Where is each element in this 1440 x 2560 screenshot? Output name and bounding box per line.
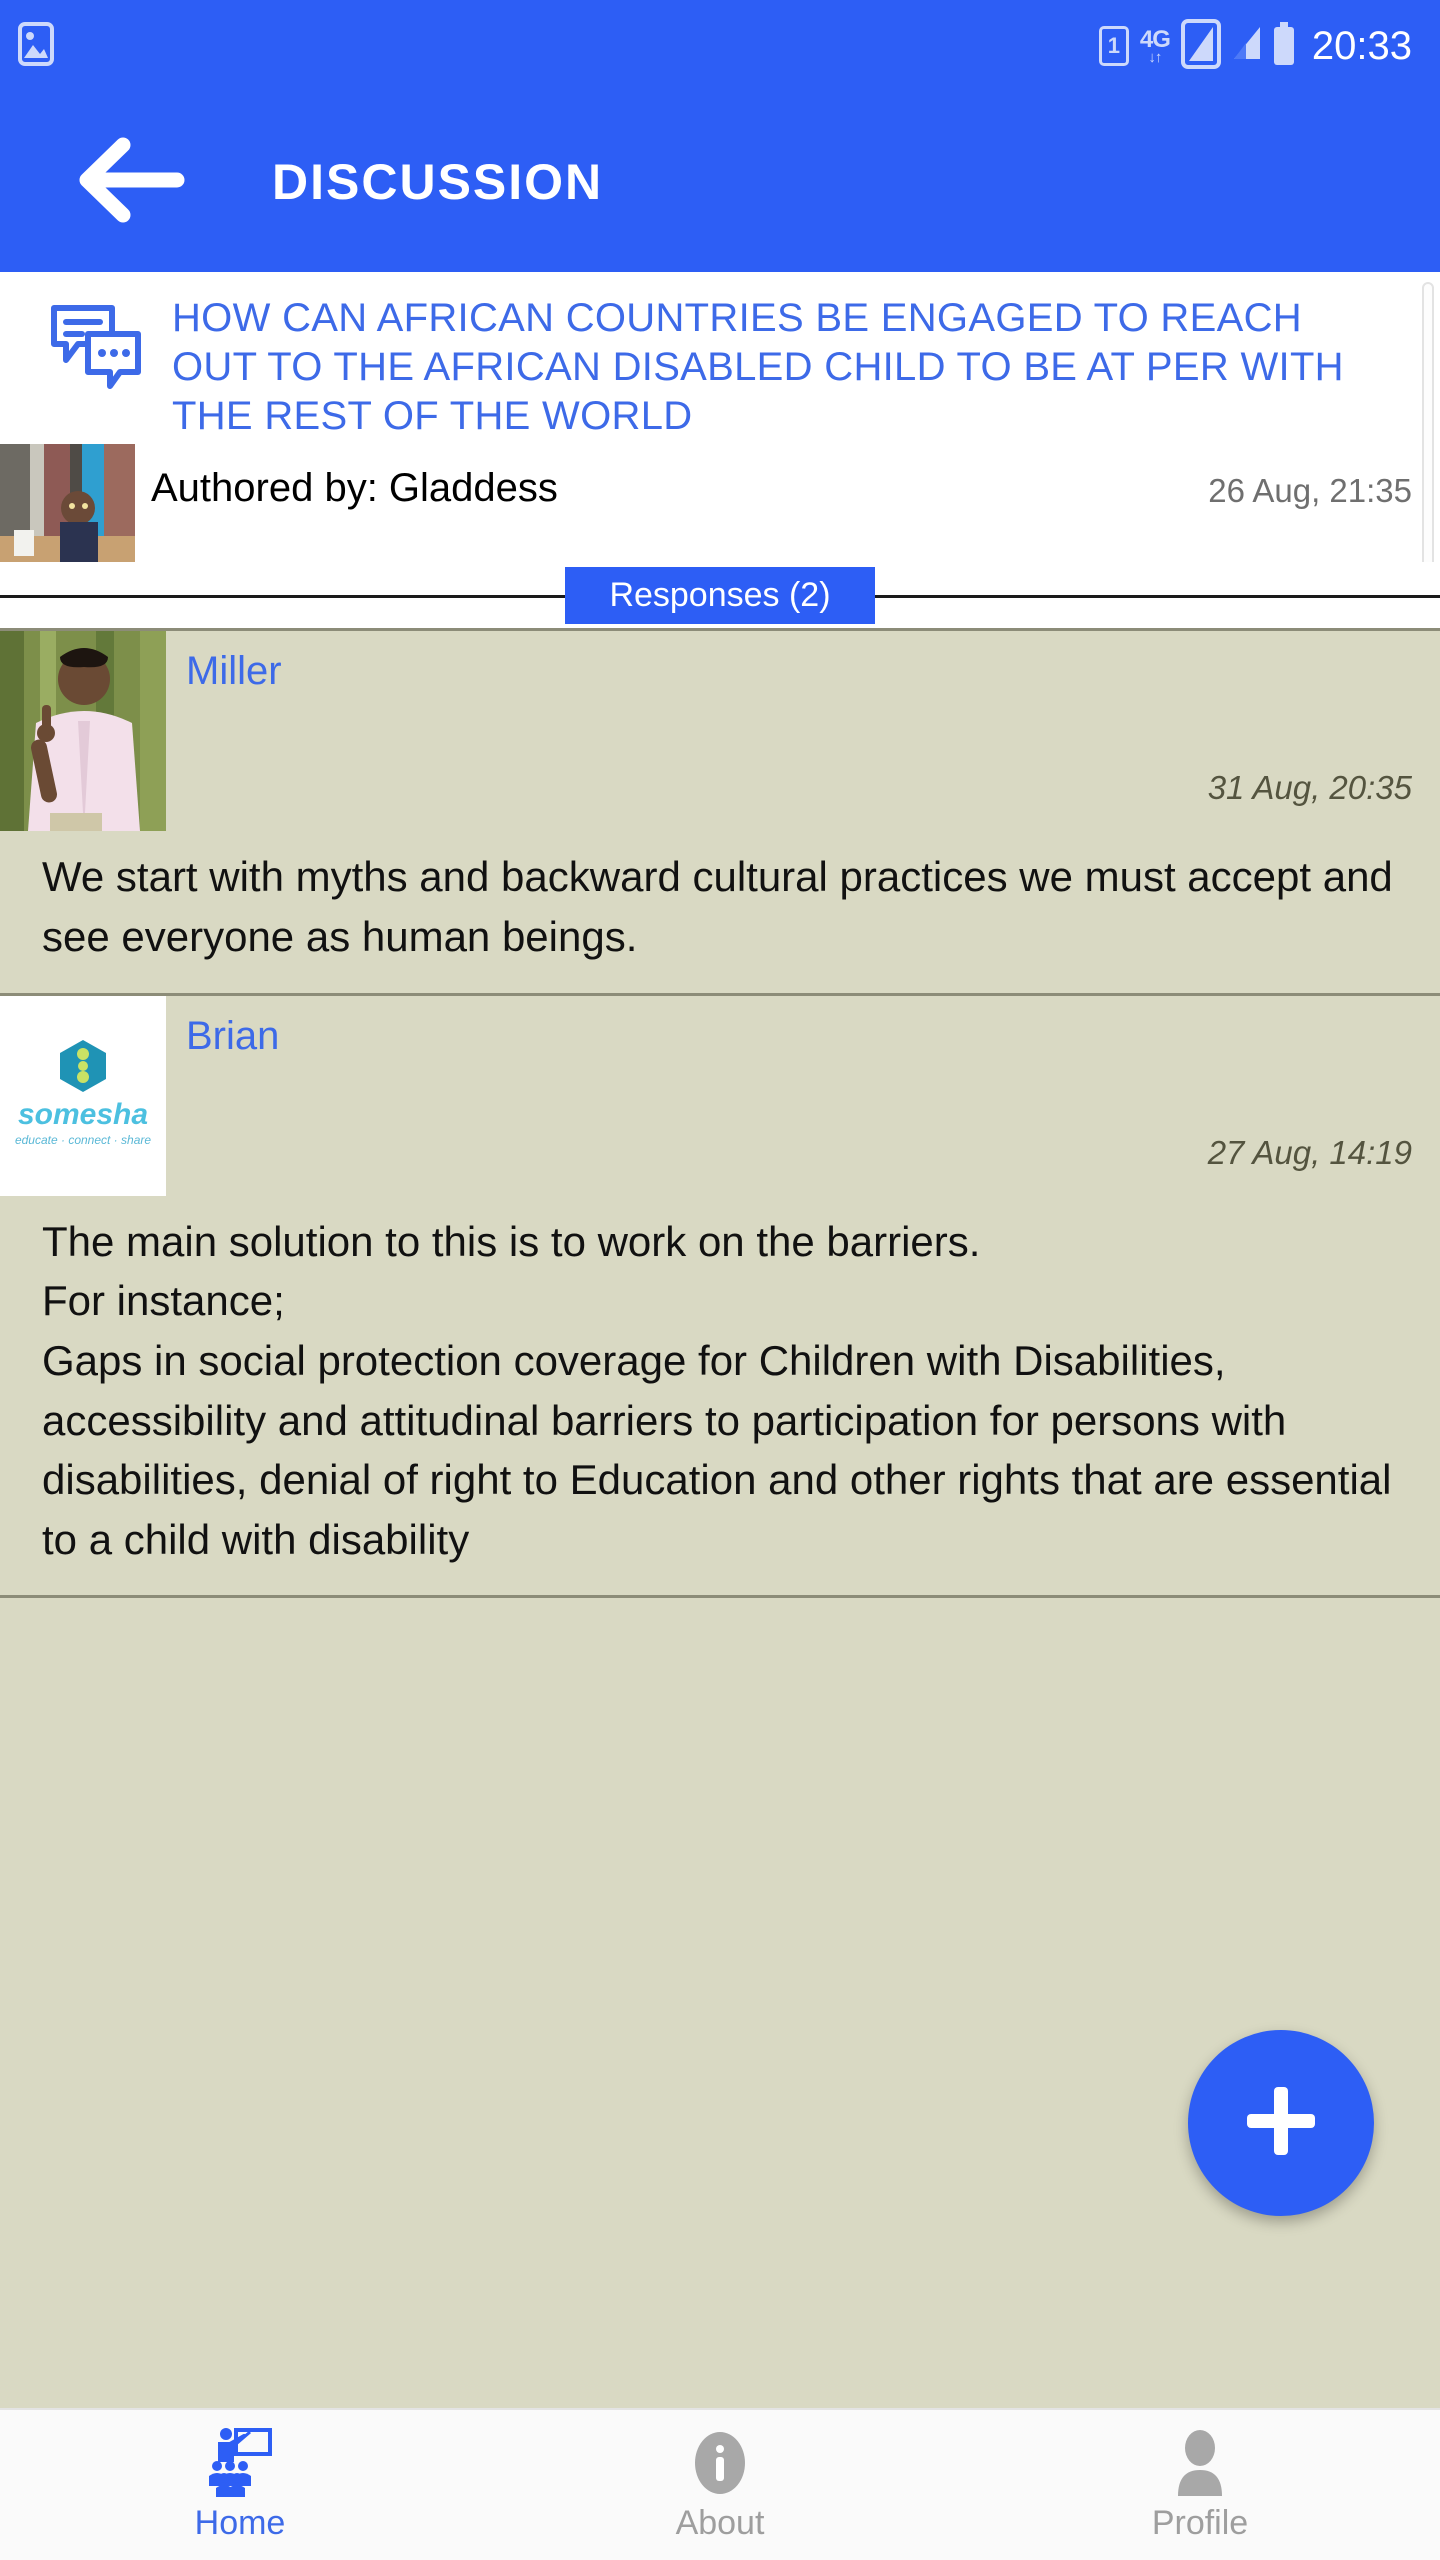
network-4g-label: 4G <box>1139 25 1171 53</box>
response-body: The main solution to this is to work on … <box>42 1217 1392 1563</box>
topic-header-card: HOW CAN AFRICAN COUNTRIES BE ENGAGED TO … <box>0 272 1440 582</box>
topic-title: HOW CAN AFRICAN COUNTRIES BE ENGAGED TO … <box>172 296 1344 438</box>
somesha-logo-avatar[interactable]: somesha educate · connect · share <box>0 995 166 1196</box>
nav-label-about: About <box>675 2503 765 2542</box>
signal-bar-icon <box>1180 18 1221 74</box>
plus-icon <box>1240 2080 1322 2167</box>
status-bar-left <box>18 21 54 71</box>
responses-divider: Responses (2) <box>0 562 1440 629</box>
nav-label-home: Home <box>194 2503 286 2542</box>
add-response-fab[interactable] <box>1188 2030 1374 2216</box>
topic-title-row: HOW CAN AFRICAN COUNTRIES BE ENGAGED TO … <box>0 272 1440 444</box>
response-header: Miller 31 Aug, 20:35 <box>0 631 1440 832</box>
nav-label-profile: Profile <box>1151 2503 1249 2542</box>
status-bar: 1 4G ↓↑ 20:33 <box>0 0 1440 92</box>
topic-author-label: Authored by: Gladdess <box>151 466 558 511</box>
classroom-teacher-icon <box>200 2427 280 2498</box>
arrow-left-icon <box>79 137 185 228</box>
response-item[interactable]: Miller 31 Aug, 20:35 We start with myths… <box>0 628 1440 996</box>
nav-item-profile[interactable]: Profile <box>960 2410 1440 2560</box>
response-meta: Miller 31 Aug, 20:35 <box>166 631 1440 831</box>
topic-photo-thumbnail[interactable] <box>0 444 135 563</box>
miller-avatar-photo[interactable] <box>0 631 166 832</box>
response-item[interactable]: somesha educate · connect · share Brian … <box>0 995 1440 1599</box>
network-4g-icon: 4G ↓↑ <box>1139 25 1171 66</box>
app-bar: DISCUSSION <box>0 92 1440 272</box>
response-body: We start with myths and backward cultura… <box>42 853 1393 961</box>
status-bar-right: 1 4G ↓↑ 20:33 <box>1098 18 1412 74</box>
sim-card-icon: 1 <box>1098 26 1129 66</box>
response-header: somesha educate · connect · share Brian … <box>0 995 1440 1196</box>
person-icon <box>1169 2428 1231 2498</box>
svg-text:educate · connect · share: educate · connect · share <box>15 1133 151 1147</box>
status-bar-clock: 20:33 <box>1311 23 1412 68</box>
info-circle-icon <box>689 2428 751 2498</box>
image-icon <box>18 21 54 71</box>
app-screen: 1 4G ↓↑ 20:33 DISCUSSION HOW CAN AFRICAN… <box>0 0 1440 2560</box>
nav-item-home[interactable]: Home <box>0 2410 480 2560</box>
data-transfer-arrows-icon: ↓↑ <box>1148 48 1162 66</box>
response-meta: Brian 27 Aug, 14:19 <box>166 996 1440 1196</box>
nav-item-about[interactable]: About <box>480 2410 960 2560</box>
response-username[interactable]: Miller <box>186 649 282 694</box>
responses-tab[interactable]: Responses (2) <box>565 566 875 624</box>
battery-icon <box>1273 21 1295 71</box>
bottom-navigation: Home About Profile <box>0 2408 1440 2560</box>
response-date: 31 Aug, 20:35 <box>1207 769 1412 807</box>
signal-bar-secondary-icon <box>1232 25 1262 68</box>
topic-author-row: Authored by: Gladdess 26 Aug, 21:35 <box>0 444 1440 563</box>
chat-bubbles-icon <box>48 294 158 440</box>
page-title: DISCUSSION <box>272 154 604 210</box>
responses-list: Miller 31 Aug, 20:35 We start with myths… <box>0 628 1440 2408</box>
response-username[interactable]: Brian <box>186 1014 279 1059</box>
back-button[interactable] <box>72 122 192 242</box>
svg-text:somesha: somesha <box>18 1098 148 1131</box>
response-date: 27 Aug, 14:19 <box>1207 1133 1412 1171</box>
topic-date: 26 Aug, 21:35 <box>1208 472 1412 510</box>
